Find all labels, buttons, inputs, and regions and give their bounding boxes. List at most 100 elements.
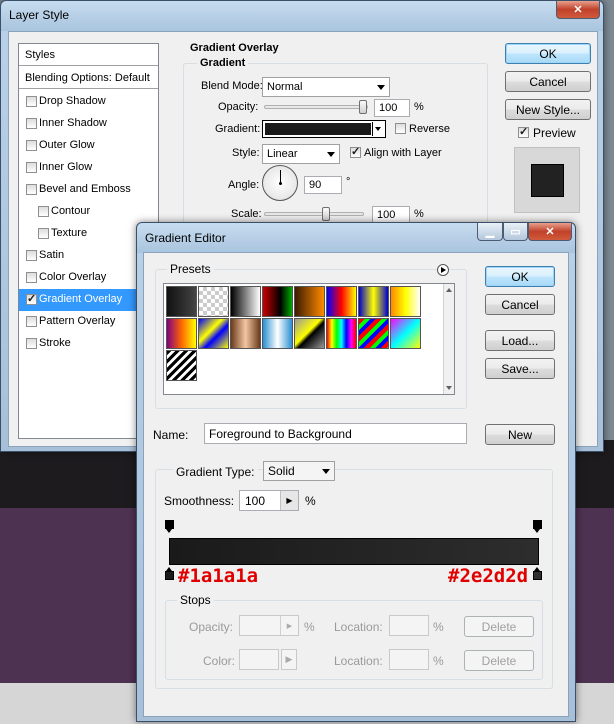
preset-swatch[interactable] [230,318,261,349]
scale-label: Scale: [231,208,262,220]
stop-color-location-percent: % [433,654,444,668]
preset-swatch[interactable] [390,318,421,349]
chevron-down-icon[interactable] [372,122,384,136]
smoothness-label: Smoothness: [164,494,235,508]
stop-color-arrow-icon[interactable]: ▶ [281,649,297,670]
preset-swatch[interactable] [326,286,357,317]
stop-color-location-input[interactable] [389,649,429,670]
style-item-label: Bevel and Emboss [39,183,131,195]
delete-color-stop-button[interactable]: Delete [464,650,534,671]
delete-opacity-stop-button[interactable]: Delete [464,616,534,637]
style-item-checkbox[interactable] [26,292,37,305]
style-item-label: Inner Glow [39,161,93,173]
preview-swatch [531,164,564,197]
blending-options-item[interactable]: Blending Options: Default [19,67,158,89]
close-button[interactable]: ✕ [528,223,572,241]
style-item[interactable]: Inner Shadow [19,113,158,135]
style-item-checkbox[interactable] [26,272,37,283]
new-gradient-button[interactable]: New [485,424,555,445]
align-with-layer-checkbox[interactable] [350,145,361,158]
style-item-label: Pattern Overlay [39,315,116,327]
preset-swatch[interactable] [294,318,325,349]
cancel-button[interactable]: Cancel [505,71,591,92]
preset-swatch[interactable] [198,318,229,349]
scroll-down-icon[interactable] [446,386,452,390]
preset-swatch[interactable] [230,286,261,317]
preset-swatch[interactable] [166,286,197,317]
style-select[interactable]: Linear [262,144,340,164]
scale-slider-thumb[interactable] [322,207,330,221]
ok-button[interactable]: OK [505,43,591,64]
preset-swatch[interactable] [390,286,421,317]
preset-swatch[interactable] [294,286,325,317]
opacity-stop-right[interactable] [533,520,542,533]
stop-opacity-input[interactable]: ▶ [239,615,299,636]
preview-checkbox[interactable] [518,125,529,138]
preset-swatch[interactable] [166,318,197,349]
style-item-checkbox[interactable] [26,338,37,349]
preset-swatch[interactable] [358,286,389,317]
style-item[interactable]: Outer Glow [19,135,158,157]
opacity-input[interactable]: 100 [374,99,410,117]
style-item-checkbox[interactable] [38,228,49,239]
ok-button[interactable]: OK [485,266,555,287]
scale-slider-track[interactable] [264,212,364,216]
preset-swatch[interactable] [262,318,293,349]
stop-opacity-stepper-icon[interactable]: ▶ [280,616,298,635]
stop-opacity-location-input[interactable] [389,615,429,636]
preset-swatch[interactable] [326,318,357,349]
gradient-bar[interactable] [169,538,539,565]
presets-scrollbar[interactable] [443,284,454,394]
opacity-slider-thumb[interactable] [359,100,367,114]
color-stop-left[interactable] [165,567,174,580]
save-button[interactable]: Save... [485,358,555,379]
preset-swatch[interactable] [262,286,293,317]
preset-swatch[interactable] [358,318,389,349]
stop-color-swatch[interactable] [239,649,279,670]
new-style-button[interactable]: New Style... [505,99,591,120]
stop-opacity-location-percent: % [433,620,444,634]
color-stop-right[interactable] [533,567,542,580]
load-button[interactable]: Load... [485,330,555,351]
style-item-checkbox[interactable] [26,250,37,261]
blend-mode-select[interactable]: Normal [262,77,390,97]
style-item-checkbox[interactable] [26,96,37,107]
style-item-label: Color Overlay [39,271,107,283]
style-item-checkbox[interactable] [26,140,37,151]
style-item-checkbox[interactable] [26,162,37,173]
style-item[interactable]: Contour [19,201,158,223]
style-item[interactable]: Bevel and Emboss [19,179,158,201]
opacity-slider-track[interactable] [264,105,368,109]
preset-swatch[interactable] [166,350,197,381]
scroll-up-icon[interactable] [446,288,452,292]
smoothness-input[interactable]: 100 ▶ [239,490,299,511]
styles-header[interactable]: Styles [19,44,158,66]
presets-menu-icon[interactable] [437,264,449,276]
preset-swatch[interactable] [198,286,229,317]
stop-color-label: Color: [203,654,236,668]
opacity-stop-left[interactable] [165,520,174,533]
gradient-picker[interactable] [262,120,386,138]
section-title: Gradient Overlay [190,42,279,54]
style-item-label: Drop Shadow [39,95,106,107]
smoothness-stepper-icon[interactable]: ▶ [280,491,298,510]
style-item-checkbox[interactable] [26,118,37,129]
minimize-button[interactable]: ▁ [477,223,503,241]
close-button[interactable]: ✕ [556,1,600,19]
style-item-checkbox[interactable] [26,316,37,327]
cancel-button[interactable]: Cancel [485,294,555,315]
angle-input[interactable]: 90 [304,176,342,194]
stop-opacity-location-label: Location: [334,620,383,634]
gradient-type-label: Gradient Type: [173,465,258,479]
name-input[interactable]: Foreground to Background [204,423,467,444]
style-item-checkbox[interactable] [38,206,49,217]
presets-label: Presets [167,262,214,276]
reverse-checkbox[interactable] [395,123,406,134]
style-item[interactable]: Inner Glow [19,157,158,179]
style-item-checkbox[interactable] [26,184,37,195]
maximize-button[interactable]: ▭ [503,223,528,241]
chevron-down-icon [322,469,330,474]
angle-dial[interactable] [262,165,298,201]
style-item[interactable]: Drop Shadow [19,91,158,113]
gradient-type-select[interactable]: Solid [263,461,335,481]
